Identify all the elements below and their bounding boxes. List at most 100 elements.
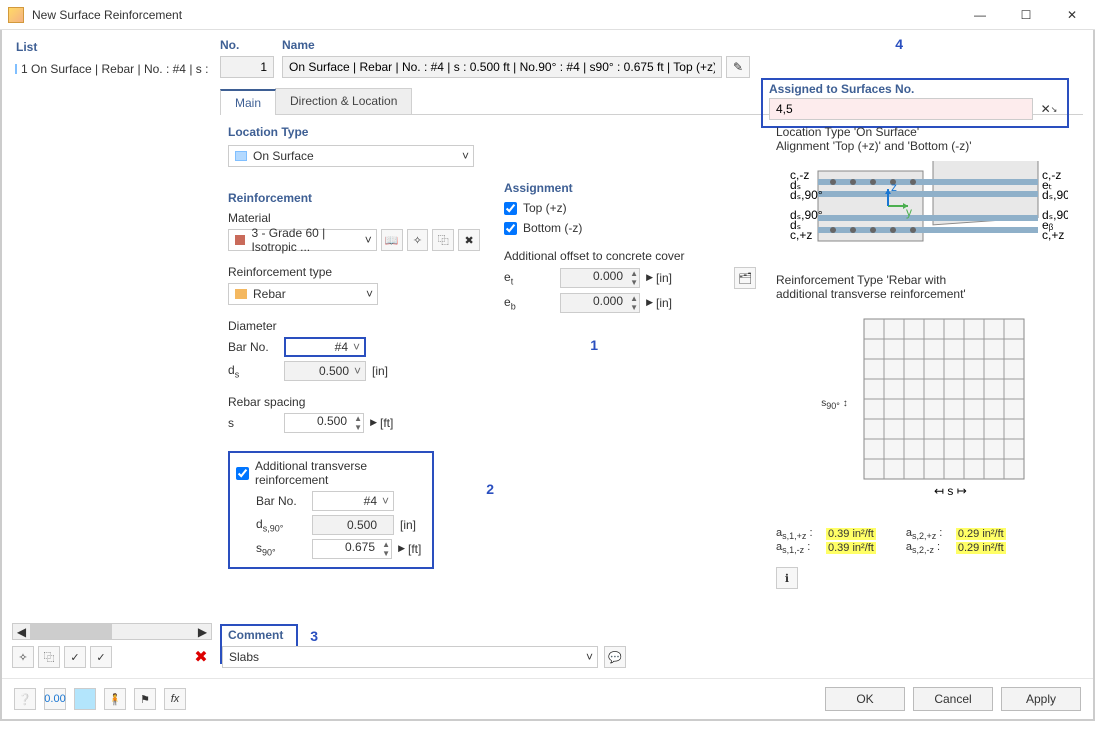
eb-input[interactable]: 0.000 ▲▼▶ bbox=[560, 293, 640, 313]
svg-text:dₛ,90°: dₛ,90° bbox=[790, 188, 823, 202]
apply-button[interactable]: Apply bbox=[1001, 687, 1081, 711]
atr-s-unit: [ft] bbox=[408, 542, 421, 556]
comment-extra-icon[interactable]: 💬 bbox=[604, 646, 626, 668]
reinf-type-select[interactable]: Rebar ˅ bbox=[228, 283, 378, 305]
list-item[interactable]: 1 On Surface | Rebar | No. : #4 | s : 0.… bbox=[13, 61, 211, 77]
close-button[interactable]: ✕ bbox=[1049, 0, 1095, 30]
atr-checkbox[interactable]: Additional transverse reinforcement bbox=[236, 459, 426, 487]
mat-lib-icon[interactable]: 📖 bbox=[381, 229, 403, 251]
app-icon bbox=[8, 7, 24, 23]
scroll-left-icon[interactable]: ◀ bbox=[13, 624, 30, 639]
material-label: Material bbox=[228, 211, 480, 225]
as2p-label: as,2,+z : bbox=[906, 527, 952, 541]
no-input[interactable] bbox=[220, 56, 274, 78]
s90-label: s90° ↕ bbox=[821, 398, 847, 411]
person-icon[interactable]: 🧍 bbox=[104, 688, 126, 710]
s-unit: [ft] bbox=[380, 416, 393, 430]
assigned-input[interactable] bbox=[769, 98, 1033, 120]
as1m-val: 0.39 in²/ft bbox=[826, 542, 876, 554]
as1m-label: as,1,-z : bbox=[776, 541, 822, 555]
top-check-input[interactable] bbox=[504, 202, 517, 215]
result-info-icon[interactable]: ℹ bbox=[776, 567, 798, 589]
barno-label: Bar No. bbox=[228, 340, 278, 354]
barno-select[interactable]: #4 ˅ bbox=[284, 337, 366, 357]
as2m-label: as,2,-z : bbox=[906, 541, 952, 555]
eb-value: 0.000 bbox=[593, 294, 623, 308]
ok-button[interactable]: OK bbox=[825, 687, 905, 711]
atr-ds-value: 0.500 bbox=[347, 518, 377, 532]
no-label: No. bbox=[220, 38, 274, 56]
name-input[interactable] bbox=[282, 56, 722, 78]
scroll-right-icon[interactable]: ▶ bbox=[194, 624, 211, 639]
list-header: List bbox=[12, 38, 212, 60]
atr-ds-label: ds,90° bbox=[256, 517, 306, 533]
mat-copy-icon[interactable]: ⿻ bbox=[432, 229, 454, 251]
list-hscroll[interactable]: ◀ ▶ bbox=[12, 623, 212, 640]
name-edit-icon[interactable]: ✎ bbox=[726, 56, 750, 78]
assignment-title: Assignment bbox=[504, 181, 756, 195]
atr-barno-select[interactable]: #4 ˅ bbox=[312, 491, 394, 511]
location-type-title: Location Type bbox=[228, 125, 480, 139]
comment-select[interactable]: Slabs ˅ bbox=[222, 646, 598, 668]
spacing-label: Rebar spacing bbox=[228, 395, 480, 409]
mat-del-icon[interactable]: ✖ bbox=[458, 229, 480, 251]
maximize-button[interactable]: ☐ bbox=[1003, 0, 1049, 30]
reinf-type-label: Reinforcement type bbox=[228, 265, 480, 279]
ds-label: ds bbox=[228, 363, 278, 379]
top-checkbox[interactable]: Top (+z) bbox=[504, 201, 756, 215]
name-label: Name bbox=[282, 38, 750, 56]
location-diagram: zy c,-zdₛdₛ,90° dₛ,90°dₛc,+z c,-zeₜdₛ,90… bbox=[788, 161, 1068, 257]
tab-direction[interactable]: Direction & Location bbox=[275, 88, 412, 114]
list-box[interactable]: 1 On Surface | Rebar | No. : #4 | s : 0.… bbox=[12, 60, 212, 619]
svg-text:c,+z: c,+z bbox=[790, 228, 812, 242]
units-icon[interactable]: 0.00 bbox=[44, 688, 66, 710]
chevron-down-icon: ˅ bbox=[586, 650, 593, 664]
reinforcement-title: Reinforcement bbox=[228, 191, 480, 205]
svg-text:z: z bbox=[891, 180, 897, 194]
barno-value: #4 bbox=[335, 340, 348, 354]
view-icon[interactable] bbox=[74, 688, 96, 710]
help-icon[interactable]: ❔ bbox=[14, 688, 36, 710]
titlebar: New Surface Reinforcement ― ☐ ✕ bbox=[0, 0, 1095, 30]
offset-extra-icon[interactable]: 🗂 bbox=[734, 267, 756, 289]
atr-check-input[interactable] bbox=[236, 467, 249, 480]
location-type-select[interactable]: On Surface ˅ bbox=[228, 145, 474, 167]
chevron-down-icon: ˅ bbox=[353, 340, 360, 354]
ds-unit: [in] bbox=[372, 364, 388, 378]
et-label: et bbox=[504, 270, 554, 286]
check2-icon[interactable]: ✓ bbox=[90, 646, 112, 668]
chevron-down-icon: ˅ bbox=[354, 364, 361, 378]
cancel-button[interactable]: Cancel bbox=[913, 687, 993, 711]
check-icon[interactable]: ✓ bbox=[64, 646, 86, 668]
as1p-val: 0.39 in²/ft bbox=[826, 528, 876, 540]
mat-new-icon[interactable]: ✧ bbox=[407, 229, 429, 251]
as2m-val: 0.29 in²/ft bbox=[956, 542, 1006, 554]
s-label: s bbox=[228, 416, 278, 430]
loc-chip-icon bbox=[235, 151, 247, 161]
s-input[interactable]: 0.500 ▲▼▶ bbox=[284, 413, 364, 433]
assigned-pick-icon[interactable]: ✕↘ bbox=[1037, 98, 1061, 120]
as1p-label: as,1,+z : bbox=[776, 527, 822, 541]
minimize-button[interactable]: ― bbox=[957, 0, 1003, 30]
preview-loc-l2: Alignment 'Top (+z)' and 'Bottom (-z)' bbox=[776, 139, 1083, 153]
location-type-value: On Surface bbox=[253, 149, 314, 163]
as2p-val: 0.29 in²/ft bbox=[956, 528, 1006, 540]
tab-main[interactable]: Main bbox=[220, 89, 276, 115]
new-icon[interactable]: ✧ bbox=[12, 646, 34, 668]
offset-label: Additional offset to concrete cover bbox=[504, 249, 756, 263]
s-value: 0.500 bbox=[317, 414, 347, 428]
flag-icon[interactable]: ⚑ bbox=[134, 688, 156, 710]
atr-s-label: s90° bbox=[256, 541, 306, 557]
bottom-check-input[interactable] bbox=[504, 222, 517, 235]
chevron-down-icon: ˅ bbox=[462, 149, 469, 163]
reinf-type-value: Rebar bbox=[253, 287, 286, 301]
copy-icon[interactable]: ⿻ bbox=[38, 646, 60, 668]
delete-icon[interactable]: ✖ bbox=[190, 646, 212, 668]
et-input[interactable]: 0.000 ▲▼▶ bbox=[560, 268, 640, 288]
fx-icon[interactable]: fx bbox=[164, 688, 186, 710]
bottom-checkbox[interactable]: Bottom (-z) bbox=[504, 221, 756, 235]
et-value: 0.000 bbox=[593, 269, 623, 283]
atr-ds-unit: [in] bbox=[400, 518, 416, 532]
material-select[interactable]: 3 - Grade 60 | Isotropic ... ˅ bbox=[228, 229, 377, 251]
atr-s-input[interactable]: 0.675 ▲▼▶ bbox=[312, 539, 392, 559]
